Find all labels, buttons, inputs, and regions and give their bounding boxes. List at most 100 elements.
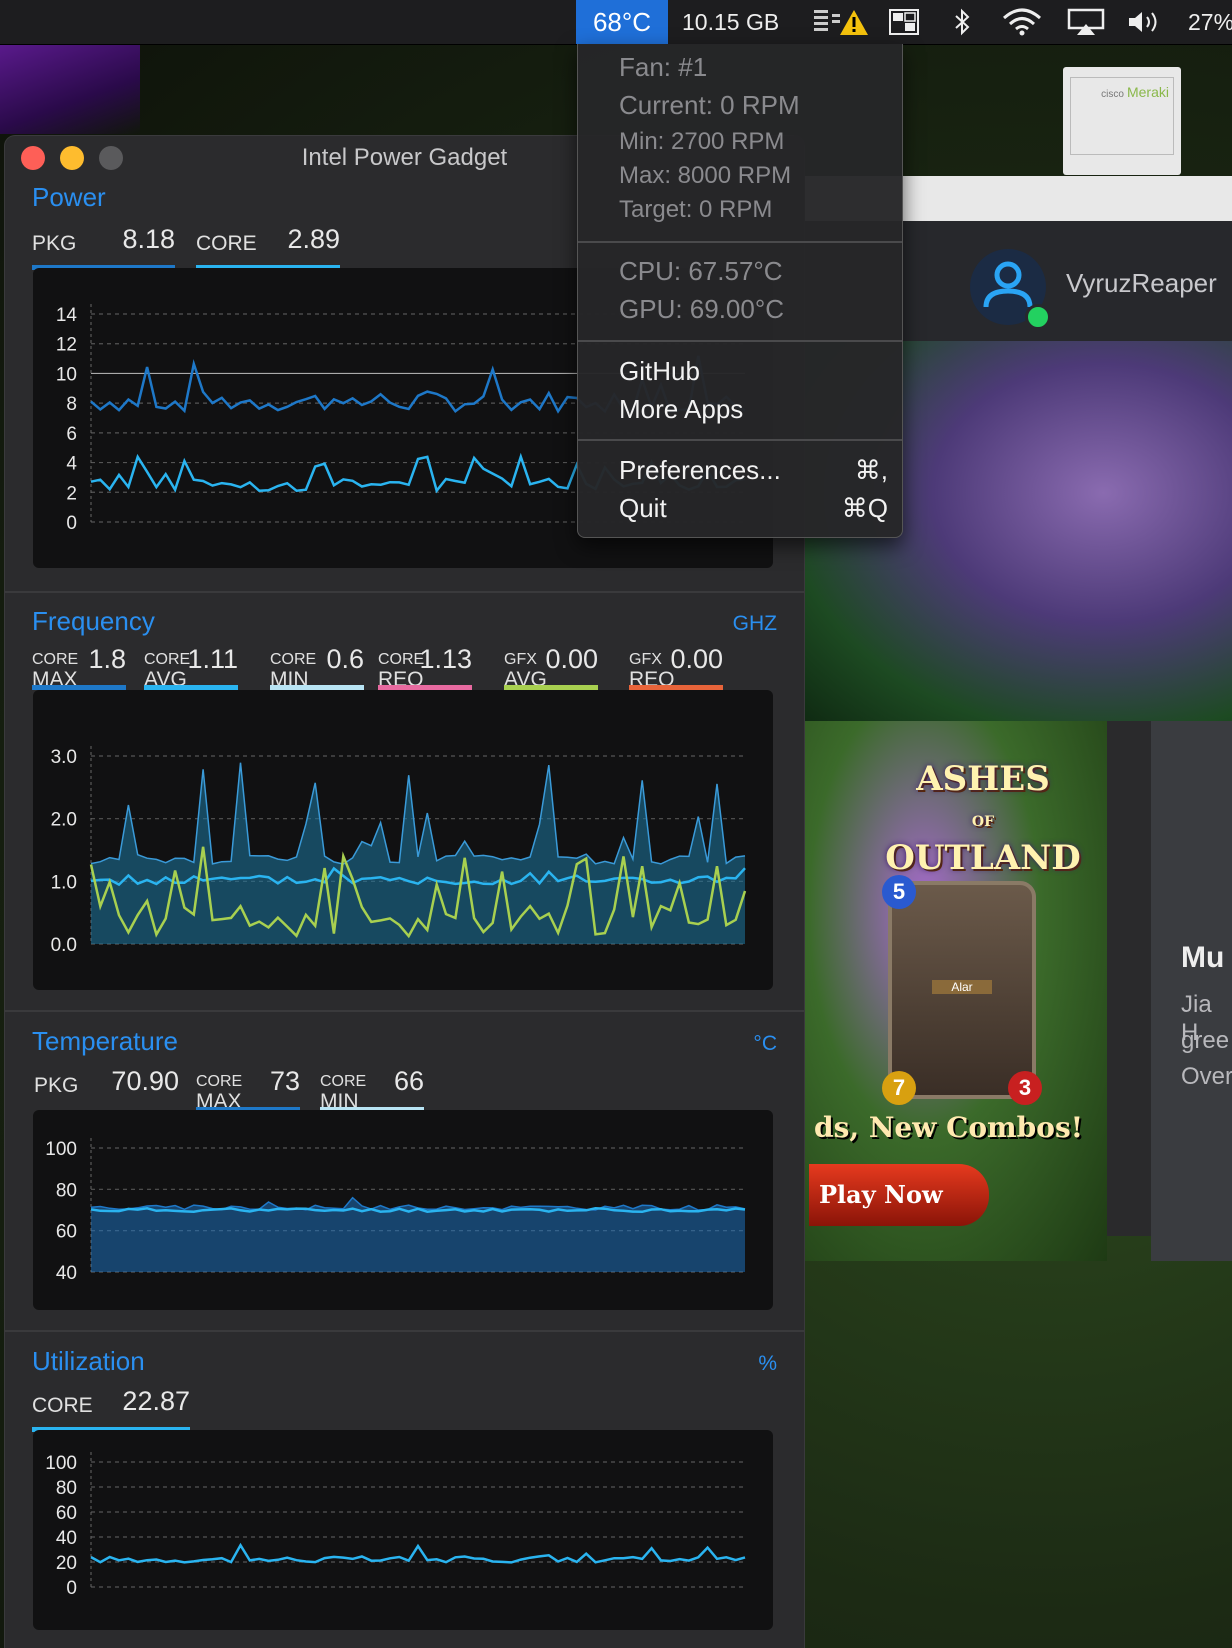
series-line xyxy=(90,1542,746,1564)
side-card-line: gree xyxy=(1181,1027,1230,1054)
frequency-stat: CORE MIN 0.6 xyxy=(270,644,364,690)
frequency-unit: GHZ xyxy=(732,612,777,635)
menu-preferences[interactable]: Preferences... xyxy=(619,455,781,486)
menu-separator xyxy=(578,439,902,441)
meraki-panel: cisco Meraki xyxy=(1070,77,1174,155)
stat-value: 0.00 xyxy=(670,644,723,674)
menu-cpu-temp: CPU: 67.57°C xyxy=(619,256,783,286)
stat-label: PKG xyxy=(34,1074,79,1097)
stat-value: 70.90 xyxy=(111,1066,179,1096)
ad-title-outland: OUTLAND xyxy=(885,838,1081,878)
temperature-chart: 100 80 60 40 xyxy=(33,1110,773,1310)
frequency-stat: CORE MAX 1.8 xyxy=(32,644,126,690)
menu-fan: Fan: #1 xyxy=(619,52,708,82)
y-tick-label: 1.0 xyxy=(51,872,77,893)
meraki-cisco: cisco xyxy=(1101,89,1124,100)
bluetooth-icon[interactable] xyxy=(950,8,974,36)
stat-value: 2.89 xyxy=(287,224,340,254)
stat-label: CORE AVG xyxy=(144,648,190,690)
menu-gpu-temp: GPU: 69.00°C xyxy=(619,294,785,324)
menubar-temperature[interactable]: 68°C xyxy=(576,0,668,44)
section-divider xyxy=(5,1330,804,1332)
stat-label-top: CORE xyxy=(270,651,317,668)
menubar-memory[interactable]: 10.15 GB xyxy=(682,0,779,44)
y-tick-label: 4 xyxy=(66,454,77,475)
y-tick-label: 0 xyxy=(66,513,77,534)
wifi-icon[interactable] xyxy=(1000,8,1044,36)
stat-label-top: CORE xyxy=(378,651,425,668)
side-card-title: Mu xyxy=(1181,941,1225,974)
utilization-core-stat: CORE 22.87 xyxy=(32,1386,190,1432)
stat-value: 1.8 xyxy=(88,644,126,674)
stat-value: 1.11 xyxy=(187,644,238,674)
utilization-section-title: Utilization xyxy=(32,1346,145,1376)
stat-label: CORE REQ xyxy=(378,648,424,690)
stat-label: CORE MIN xyxy=(270,648,316,690)
section-divider xyxy=(5,1010,804,1012)
stat-label: CORE MAX xyxy=(196,1070,242,1112)
stat-label-top: GFX xyxy=(629,651,662,668)
stat-value: 1.13 xyxy=(419,644,472,674)
power-core-stat: CORE 2.89 xyxy=(196,224,340,270)
fan-menu-dropdown: Fan: #1 Current: 0 RPM Min: 2700 RPM Max… xyxy=(577,44,903,538)
y-tick-label: 80 xyxy=(56,1180,77,1201)
username[interactable]: VyruzReaper xyxy=(1066,268,1217,299)
ad-title-of: OF xyxy=(971,814,995,830)
stat-label: GFX REQ xyxy=(629,648,675,690)
menu-github[interactable]: GitHub xyxy=(619,356,700,387)
power-pkg-stat: PKG 8.18 xyxy=(32,224,175,270)
airplay-icon[interactable] xyxy=(1066,8,1106,36)
y-tick-label: 10 xyxy=(56,364,77,385)
utilization-unit: % xyxy=(758,1352,777,1375)
menu-more-apps[interactable]: More Apps xyxy=(619,394,743,425)
online-status-dot xyxy=(1025,304,1051,330)
y-tick-label: 100 xyxy=(45,1453,77,1474)
card-health: 3 xyxy=(1008,1071,1042,1105)
meraki-desktop-widget: cisco Meraki xyxy=(1063,67,1181,175)
menu-quit[interactable]: Quit xyxy=(619,493,667,524)
y-tick-label: 2.0 xyxy=(51,810,77,831)
volume-icon[interactable] xyxy=(1126,8,1164,36)
windows-grid-icon[interactable] xyxy=(888,8,920,36)
menu-fan-target: Target: 0 RPM xyxy=(619,196,773,223)
power-section-title: Power xyxy=(32,182,106,212)
side-card-line: Over xyxy=(1181,1063,1232,1090)
frequency-stat: CORE REQ 1.13 xyxy=(378,644,472,690)
chart-plot: 100 80 60 40 xyxy=(45,1138,746,1284)
play-now-button[interactable]: Play Now xyxy=(809,1164,989,1226)
stat-label: CORE xyxy=(196,232,257,255)
menu-quit-shortcut: ⌘Q xyxy=(841,493,888,523)
stat-value: 0.00 xyxy=(545,644,598,674)
side-stream-card[interactable]: Mu Jia H gree Over xyxy=(1151,721,1232,1261)
menu-fan-max: Max: 8000 RPM xyxy=(619,162,792,189)
stat-label: CORE xyxy=(32,1394,93,1417)
y-tick-label: 60 xyxy=(56,1503,77,1524)
y-tick-label: 6 xyxy=(66,424,77,445)
disk-warning-icon[interactable] xyxy=(812,8,868,36)
ad-title-ashes: ASHES xyxy=(916,759,1050,799)
temperature-pkg-stat: PKG 70.90 xyxy=(34,1066,179,1106)
stat-label-top: CORE xyxy=(144,651,191,668)
menubar-battery[interactable]: 27% xyxy=(1188,0,1232,44)
y-tick-label: 20 xyxy=(56,1553,77,1574)
stat-label-top: CORE xyxy=(196,1073,243,1090)
card-name: Alar xyxy=(932,980,992,994)
utilization-chart: 100 80 60 40 20 0 xyxy=(33,1430,773,1630)
y-tick-label: 12 xyxy=(56,335,77,356)
y-tick-label: 0 xyxy=(66,1578,77,1599)
frequency-chart: 3.0 2.0 1.0 0.0 xyxy=(33,690,773,990)
card-cost: 5 xyxy=(882,875,916,909)
y-tick-label: 100 xyxy=(45,1139,77,1160)
frequency-section-title: Frequency xyxy=(32,606,155,636)
y-tick-label: 0.0 xyxy=(51,935,77,956)
menu-separator xyxy=(578,340,902,342)
stat-value: 22.87 xyxy=(122,1386,190,1416)
y-tick-label: 40 xyxy=(56,1528,77,1549)
stat-label: CORE MIN xyxy=(320,1070,366,1112)
frequency-stat: GFX AVG 0.00 xyxy=(504,644,598,690)
ad-card-art: 5 Alar 7 3 xyxy=(882,875,1042,1105)
stat-label-top: CORE xyxy=(320,1073,367,1090)
game-advertisement[interactable]: ASHES OF OUTLAND 5 Alar 7 3 ds, New Combos… xyxy=(803,721,1107,1261)
y-tick-label: 14 xyxy=(56,305,78,326)
stat-value: 0.6 xyxy=(326,644,364,674)
